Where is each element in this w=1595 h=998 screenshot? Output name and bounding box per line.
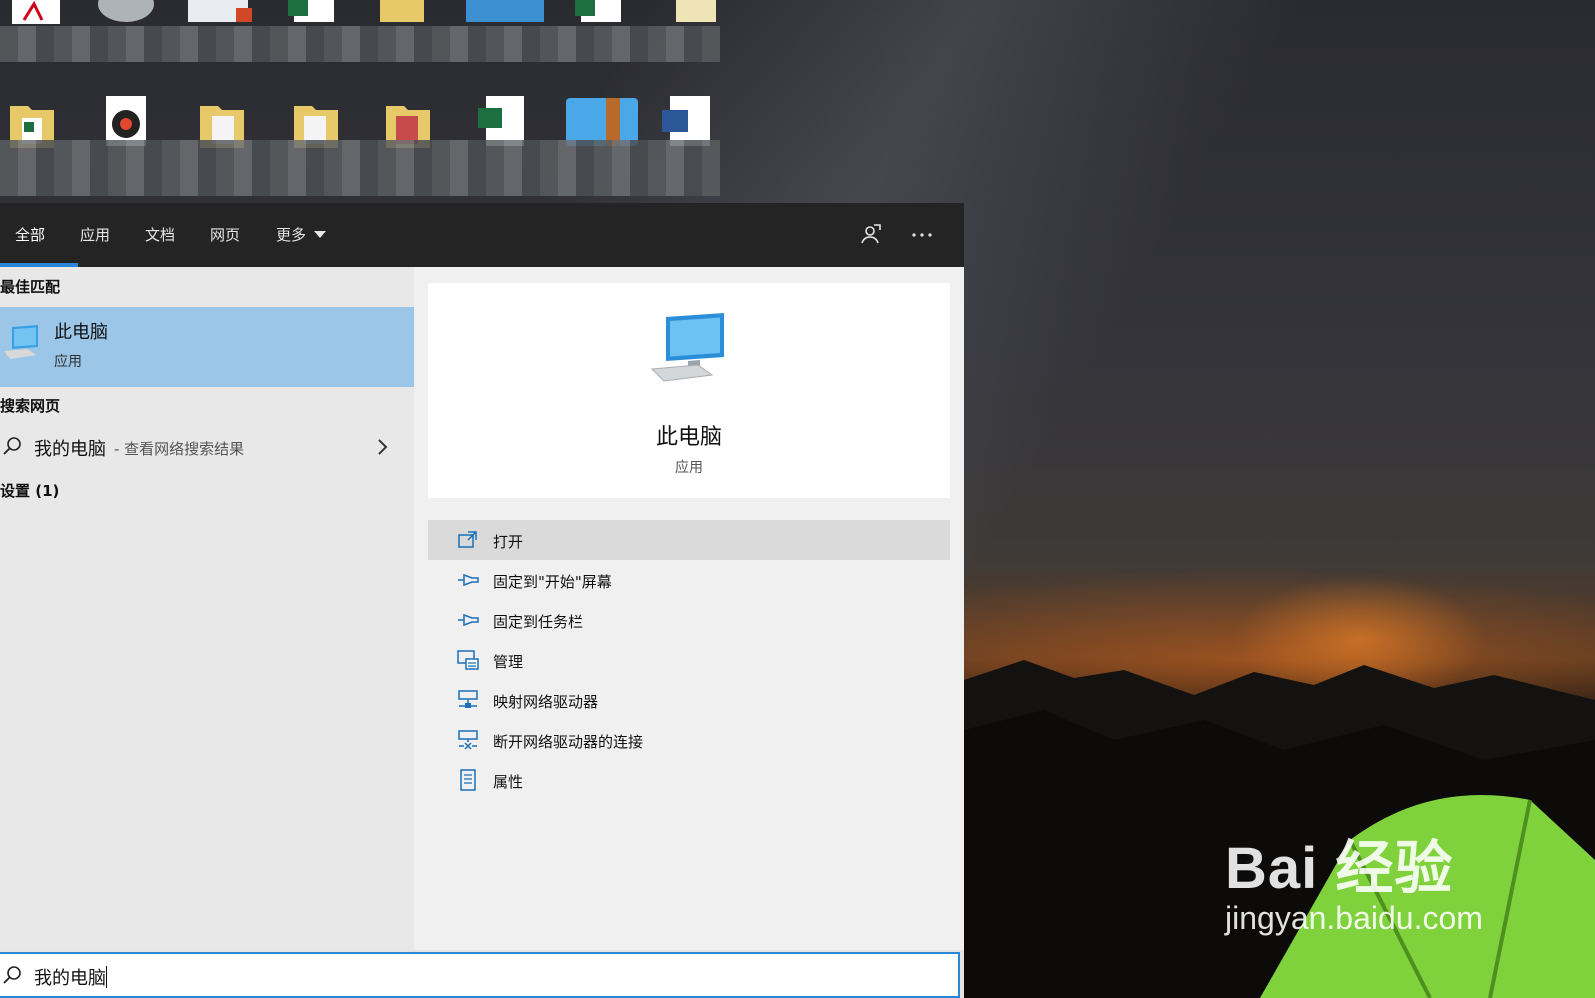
action-pin-start[interactable]: 固定到"开始"屏幕: [428, 560, 950, 600]
action-pin-taskbar-label: 固定到任务栏: [493, 613, 584, 631]
action-properties[interactable]: 属性: [428, 760, 950, 800]
tab-apps-label: 应用: [80, 226, 111, 244]
action-pin-start-label: 固定到"开始"屏幕: [493, 573, 612, 591]
computer-icon: [2, 323, 42, 367]
map-network-drive-icon: [456, 688, 480, 712]
computer-large-icon: [650, 313, 728, 387]
section-search-web: 搜索网页: [0, 397, 61, 415]
manage-icon: [456, 648, 480, 672]
desktop-labels-pixelated: [0, 26, 720, 62]
disconnect-network-drive-icon: [456, 728, 480, 752]
properties-icon: [456, 768, 480, 792]
search-icon: [2, 436, 22, 460]
pin-icon: [456, 568, 480, 592]
action-map-network-drive[interactable]: 映射网络驱动器: [428, 680, 950, 720]
best-match-title: 此电脑: [54, 322, 108, 343]
detail-pane: 此电脑 应用 打开 固定到"开始"屏幕 固定到任务栏 管理 映射网络驱动器 断开…: [414, 267, 964, 950]
best-match-this-pc[interactable]: 此电脑 应用: [0, 307, 414, 387]
results-pane: 最佳匹配 此电脑 应用 搜索网页 我的电脑 - 查看网络搜索结果 设置 (1): [0, 267, 414, 950]
more-options-icon[interactable]: [910, 223, 934, 247]
section-best-match: 最佳匹配: [0, 278, 61, 296]
open-icon: [456, 528, 480, 552]
search-input-value: 我的电脑: [34, 968, 106, 989]
chevron-right-icon[interactable]: [376, 437, 390, 461]
chevron-down-icon: [314, 231, 327, 238]
tab-all[interactable]: 全部: [0, 203, 78, 267]
action-list: 打开 固定到"开始"屏幕 固定到任务栏 管理 映射网络驱动器 断开网络驱动器的连…: [428, 520, 950, 800]
web-search-query: 我的电脑: [34, 439, 106, 460]
web-search-result[interactable]: 我的电脑 - 查看网络搜索结果: [0, 427, 414, 467]
windows-search-panel: 全部 应用 文档 网页 更多 最佳匹配 此电脑 应用 搜索网页 我的电脑 - 查…: [0, 203, 964, 998]
tab-more-label: 更多: [276, 226, 307, 244]
tab-web[interactable]: 网页: [210, 203, 240, 267]
detail-name: 此电脑: [655, 425, 722, 450]
pin-icon: [456, 608, 480, 632]
search-input[interactable]: 我的电脑: [0, 952, 960, 998]
detail-kind: 应用: [675, 460, 703, 476]
tab-web-label: 网页: [210, 226, 241, 244]
desktop-labels-pixelated-2: [0, 140, 720, 196]
tab-more[interactable]: 更多: [276, 203, 327, 267]
action-disconnect-network-drive[interactable]: 断开网络驱动器的连接: [428, 720, 950, 760]
search-tab-bar: 全部 应用 文档 网页 更多: [0, 203, 964, 267]
tab-all-label: 全部: [15, 226, 46, 244]
text-caret: [106, 966, 107, 988]
action-pin-taskbar[interactable]: 固定到任务栏: [428, 600, 950, 640]
action-properties-label: 属性: [493, 773, 524, 791]
action-manage-label: 管理: [493, 653, 524, 671]
detail-card: 此电脑 应用: [428, 283, 950, 498]
action-disconnect-network-drive-label: 断开网络驱动器的连接: [493, 733, 644, 751]
watermark-url: jingyan.baidu.com: [1225, 900, 1483, 936]
feedback-icon[interactable]: [858, 223, 882, 247]
action-open-label: 打开: [493, 533, 524, 551]
action-manage[interactable]: 管理: [428, 640, 950, 680]
search-box-container: 我的电脑: [0, 950, 964, 998]
section-settings[interactable]: 设置 (1): [0, 480, 59, 501]
tab-apps[interactable]: 应用: [80, 203, 110, 267]
action-map-network-drive-label: 映射网络驱动器: [493, 693, 599, 711]
action-open[interactable]: 打开: [428, 520, 950, 560]
tab-documents[interactable]: 文档: [145, 203, 175, 267]
best-match-subtitle: 应用: [54, 354, 82, 370]
search-icon: [2, 965, 22, 989]
watermark-main: Bai 经验: [1225, 836, 1454, 901]
baidu-watermark: Bai 经验 jingyan.baidu.com: [1225, 836, 1483, 937]
tab-documents-label: 文档: [145, 226, 176, 244]
web-search-hint: - 查看网络搜索结果: [114, 440, 245, 458]
